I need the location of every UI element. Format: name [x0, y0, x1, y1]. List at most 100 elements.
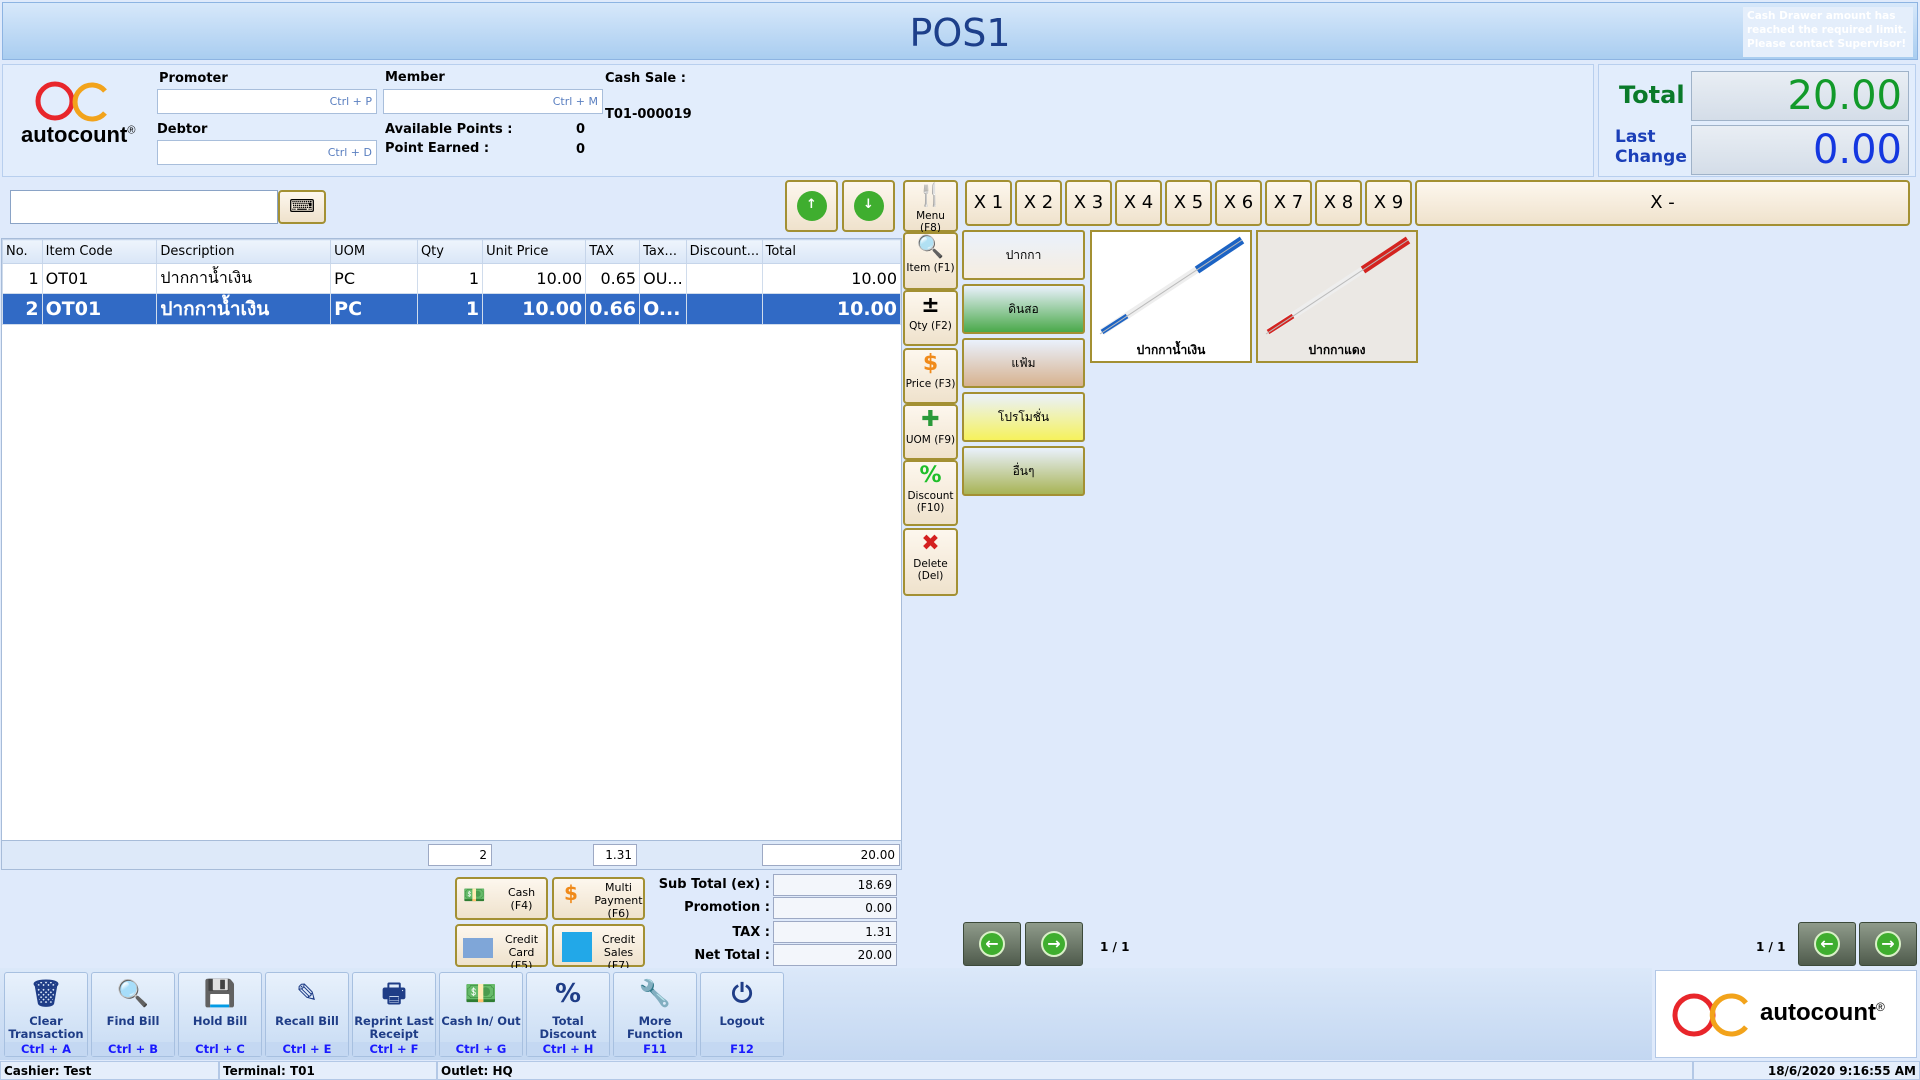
column-header[interactable]: Discount... [685, 239, 763, 264]
category-next-button[interactable]: → [1025, 922, 1083, 966]
side-button[interactable]: ± Qty (F2) [903, 290, 958, 346]
cash-drawer-alert: Cash Drawer amount has reached the requi… [1743, 7, 1913, 57]
side-button[interactable]: 🍴 Menu (F8) [903, 180, 958, 234]
footer-qty: 2 [428, 844, 492, 866]
product-next-button[interactable]: → [1859, 922, 1917, 966]
scroll-down-button[interactable]: ↓ [842, 180, 895, 232]
category-button[interactable]: โปรโมชั่น [962, 392, 1085, 442]
items-table: No. Item Code Description UOM Qty Unit Price T… [1, 238, 902, 868]
column-header[interactable]: UOM [330, 239, 418, 264]
category-button[interactable]: ดินสอ [962, 284, 1085, 334]
multiplier-button[interactable]: X 3 [1065, 180, 1112, 226]
delete-icon: ✖ [921, 531, 940, 556]
category-button[interactable]: ปากกา [962, 230, 1085, 280]
side-button[interactable]: ✚ UOM (F9) [903, 404, 958, 460]
multiplier-button[interactable]: X 5 [1165, 180, 1212, 226]
table-cell: PC [330, 293, 418, 325]
toolbar-button[interactable]: ⏻ Logout F12 [700, 972, 784, 1057]
arrow-left-icon: ← [1814, 931, 1840, 957]
debtor-input[interactable]: Ctrl + D [157, 140, 377, 165]
product-prev-button[interactable]: ← [1798, 922, 1856, 966]
column-header[interactable]: Description [156, 239, 332, 264]
item-search-input[interactable] [10, 190, 278, 224]
multiplier-button[interactable]: X 9 [1365, 180, 1412, 226]
point-earned-value: 0 [576, 142, 586, 157]
toolbar-button[interactable]: 💵 Cash In/ Out Ctrl + G [439, 972, 523, 1057]
column-header[interactable]: No. [2, 239, 43, 264]
dollar-icon: $ [564, 881, 578, 905]
credit-card-button[interactable]: Credit Card (F5) [455, 924, 548, 972]
table-cell: 1 [416, 263, 484, 294]
category-button[interactable]: อื่นๆ [962, 446, 1085, 496]
table-cell: ปากกาน้ำเงิน [156, 263, 332, 294]
column-header[interactable]: Item Code [41, 239, 158, 264]
category-page-indicator: 1 / 1 [1100, 940, 1130, 954]
footer-tax: 1.31 [593, 844, 637, 866]
toolbar-button[interactable]: % Total Discount Ctrl + H [526, 972, 610, 1057]
debtor-label: Debtor [157, 122, 208, 137]
promoter-input[interactable]: Ctrl + P [157, 89, 377, 114]
subtotal-label: Sub Total (ex) : [658, 877, 770, 892]
product-tile[interactable]: ปากกาแดง [1256, 230, 1418, 363]
toolbar-button[interactable]: 🔍 Find Bill Ctrl + B [91, 972, 175, 1057]
arrow-left-icon: ← [979, 931, 1005, 957]
toolbar-icon: ⏻ [731, 979, 753, 1009]
category-prev-button[interactable]: ← [963, 922, 1021, 966]
table-footer: 2 1.31 20.00 [1, 840, 902, 870]
point-earned-label: Point Earned : [385, 141, 490, 156]
credit-card-icon [463, 938, 493, 958]
multiplier-button[interactable]: X 6 [1215, 180, 1262, 226]
side-button[interactable]: $ Price (F3) [903, 348, 958, 404]
toolbar-button[interactable]: 🗑 Clear Transaction Ctrl + A [4, 972, 88, 1057]
window-title: POS1 [909, 11, 1011, 55]
arrow-down-icon: ↓ [853, 191, 884, 221]
side-button[interactable]: ✖ Delete (Del) [903, 528, 958, 596]
uom-icon: ✚ [921, 407, 940, 432]
toolbar-button[interactable]: 🖶 Reprint Last Receipt Ctrl + F [352, 972, 436, 1057]
table-cell: 2 [2, 293, 43, 325]
document-number: T01-000019 [605, 107, 692, 122]
column-header[interactable]: Unit Price [482, 239, 587, 264]
table-row[interactable]: 1 OT01 ปากกาน้ำเงิน PC 1 10.00 0.65 OU... 10.00 [2, 263, 902, 294]
net-total-value: 20.00 [773, 944, 897, 966]
multiplier-button[interactable]: X 8 [1315, 180, 1362, 226]
multiplier-button[interactable]: X - [1415, 180, 1910, 226]
side-button[interactable]: 🔍 Item (F1) [903, 232, 958, 290]
toolbar-icon: 🖶 [381, 979, 407, 1009]
multiplier-button[interactable]: X 7 [1265, 180, 1312, 226]
table-cell: 1 [416, 293, 484, 325]
discount-icon: % [919, 463, 942, 488]
keyboard-icon: ⌨ [289, 196, 315, 217]
column-header[interactable]: TAX [585, 239, 641, 264]
table-cell: OT01 [41, 263, 158, 294]
multiplier-button[interactable]: X 4 [1115, 180, 1162, 226]
column-header[interactable]: Total [761, 239, 902, 264]
table-cell [685, 293, 763, 325]
scroll-up-button[interactable]: ↑ [785, 180, 838, 232]
toolbar-icon: 🔧 [638, 979, 672, 1009]
toolbar-icon: 🗑 [29, 979, 63, 1009]
menu-icon: 🍴 [916, 183, 945, 208]
toolbar-button[interactable]: 💾 Hold Bill Ctrl + C [178, 972, 262, 1057]
last-change-value: 0.00 [1691, 125, 1909, 175]
keyboard-button[interactable]: ⌨ [278, 190, 326, 224]
toolbar-icon: ✎ [296, 979, 318, 1009]
side-button[interactable]: % Discount (F10) [903, 460, 958, 526]
category-button[interactable]: แฟ้ม [962, 338, 1085, 388]
multiplier-button[interactable]: X 2 [1015, 180, 1062, 226]
multiplier-button[interactable]: X 1 [965, 180, 1012, 226]
table-row[interactable]: 2 OT01 ปากกาน้ำเงิน PC 1 10.00 0.66 O... 10.00 [2, 293, 902, 325]
available-points-value: 0 [576, 122, 586, 137]
table-cell: ปากกาน้ำเงิน [156, 293, 332, 325]
cash-button[interactable]: 💵 Cash (F4) [455, 877, 548, 920]
toolbar-button[interactable]: ✎ Recall Bill Ctrl + E [265, 972, 349, 1057]
column-header[interactable]: Tax... [639, 239, 687, 264]
table-cell: O... [639, 293, 687, 325]
table-cell: 10.00 [482, 293, 587, 325]
price-icon: $ [922, 351, 939, 376]
column-header[interactable]: Qty [416, 239, 484, 264]
member-input[interactable]: Ctrl + M [383, 89, 603, 114]
title-bar: POS1 Cash Drawer amount has reached the … [2, 2, 1918, 60]
toolbar-button[interactable]: 🔧 More Function F11 [613, 972, 697, 1057]
product-tile[interactable]: ปากกาน้ำเงิน [1090, 230, 1252, 363]
